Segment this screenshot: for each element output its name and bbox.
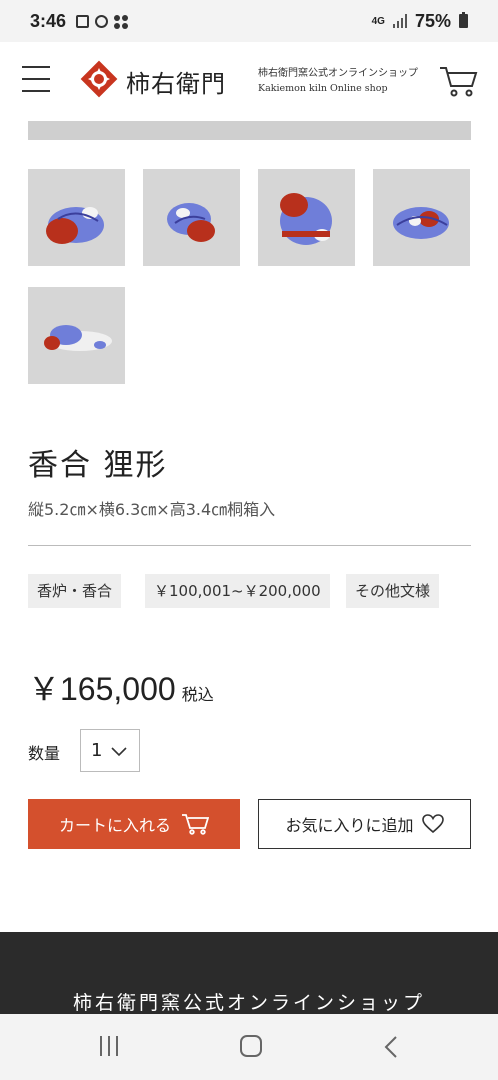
footer-title: 柿右衛門窯公式オンラインショップ — [72, 992, 425, 1014]
battery-icon — [459, 12, 468, 28]
chevron-down-icon — [111, 746, 128, 756]
logo-text[interactable]: 柿右衛門 — [126, 64, 226, 99]
logo-icon[interactable] — [80, 60, 118, 98]
site-header: 柿右衛門 柿右衛門窯公式オンラインショップ Kakiemon kiln Onli… — [0, 42, 498, 120]
product-price: ￥165,000 税込 — [28, 664, 214, 710]
product-dimensions: 縦5.2㎝×横6.3㎝×高3.4㎝桐箱入 — [28, 500, 276, 519]
price-value: ￥165,000 — [28, 671, 176, 707]
recents-icon[interactable] — [100, 1036, 118, 1056]
status-time: 3:46 — [30, 10, 67, 31]
heart-icon — [421, 814, 444, 834]
cart-icon[interactable] — [438, 64, 478, 98]
header-subtitle: 柿右衛門窯公式オンラインショップ Kakiemon kiln Online sh… — [258, 66, 418, 96]
network-type: 4G — [371, 15, 385, 27]
product-thumbnail[interactable] — [258, 169, 355, 266]
main-product-image — [28, 121, 471, 140]
tax-label: 税込 — [181, 685, 214, 704]
product-title: 香合 狸形 — [28, 448, 168, 483]
header-subtitle-en: Kakiemon kiln Online shop — [258, 83, 388, 94]
signal-icon — [392, 14, 407, 28]
quantity-select[interactable]: 1 — [80, 729, 140, 772]
site-footer: 柿右衛門窯公式オンラインショップ — [0, 932, 498, 1014]
quantity-value: 1 — [91, 740, 103, 761]
product-thumbnail[interactable] — [373, 169, 470, 266]
notification-icons — [76, 14, 129, 29]
home-icon[interactable] — [240, 1035, 262, 1057]
gallery-icon — [76, 14, 90, 28]
product-thumbnail[interactable] — [28, 287, 125, 384]
apps-icon — [114, 14, 129, 29]
battery-percent: 75% — [414, 10, 451, 31]
back-icon[interactable] — [382, 1034, 400, 1060]
add-favorite-label: お気に入りに追加 — [285, 816, 414, 835]
header-subtitle-ja: 柿右衛門窯公式オンラインショップ — [258, 68, 418, 79]
category-tag[interactable]: 香炉・香合 — [28, 574, 122, 608]
tiktok-icon — [95, 14, 109, 28]
pattern-tag[interactable]: その他文様 — [346, 574, 440, 608]
divider — [28, 545, 471, 546]
product-thumbnail[interactable] — [28, 169, 125, 266]
add-to-cart-button[interactable]: カートに入れる — [28, 799, 240, 849]
add-favorite-button[interactable]: お気に入りに追加 — [258, 799, 471, 849]
price-range-tag[interactable]: ￥100,001~￥200,000 — [145, 574, 330, 608]
menu-icon[interactable] — [22, 66, 50, 94]
status-bar: 3:46 4G 75% — [0, 0, 498, 42]
cart-icon — [182, 814, 209, 835]
system-nav-bar — [0, 1014, 498, 1080]
quantity-label: 数量 — [28, 744, 61, 763]
add-to-cart-label: カートに入れる — [58, 816, 171, 835]
product-thumbnail[interactable] — [143, 169, 240, 266]
